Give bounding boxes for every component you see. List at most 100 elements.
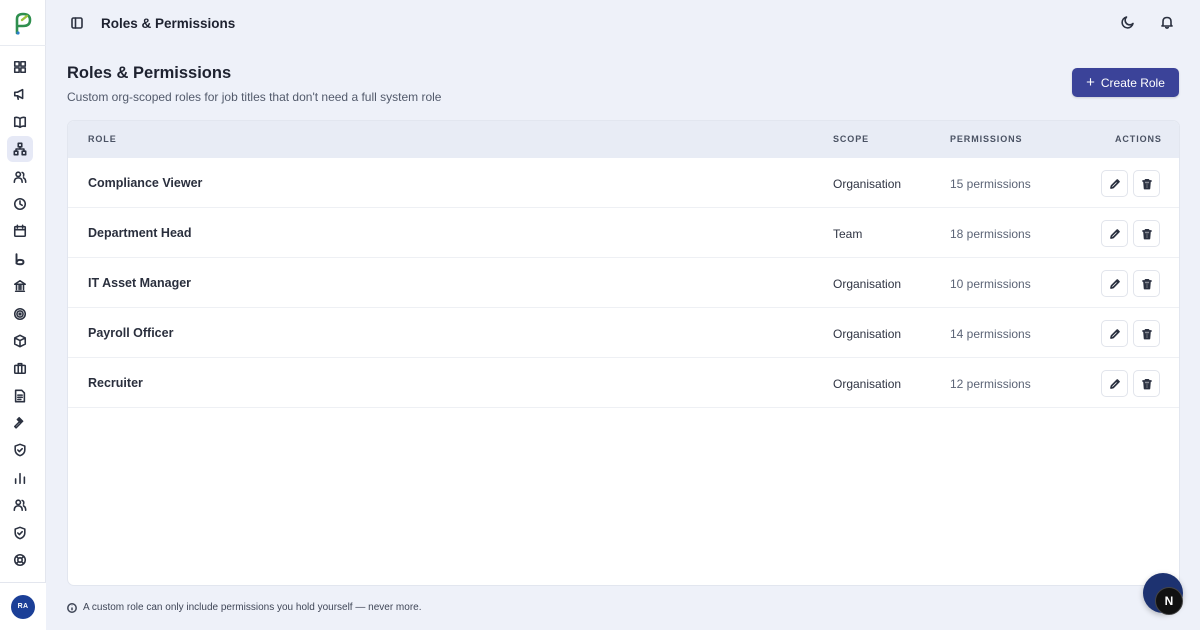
sidebar-item-handbook[interactable] [7, 109, 33, 135]
role-name: Department Head [88, 226, 192, 240]
megaphone-icon [13, 89, 24, 101]
sidebar-toggle-icon [71, 17, 83, 29]
role-scope: Organisation [833, 177, 902, 191]
table-row[interactable]: Recruiter Organisation 12 permissions [68, 358, 1179, 408]
sidebar-item-reports[interactable] [7, 465, 33, 491]
create-role-button[interactable]: + Create Role [1072, 68, 1179, 97]
org-chart-icon [13, 142, 27, 156]
delete-role-button[interactable] [1133, 170, 1160, 197]
clock-icon [13, 197, 27, 210]
table-header: ROLE SCOPE PERMISSIONS ACTIONS [68, 121, 1179, 158]
sidebar-item-dashboard[interactable] [7, 54, 33, 80]
trash-icon [1141, 278, 1152, 289]
topbar: Roles & Permissions [46, 0, 1200, 46]
sidebar-item-org-chart[interactable] [7, 136, 33, 163]
table-row[interactable]: IT Asset Manager Organisation 10 permissio… [68, 258, 1179, 308]
table-row[interactable]: Compliance Viewer Organisation 15 permissi… [68, 158, 1179, 208]
column-header-scope[interactable]: SCOPE [833, 134, 869, 144]
users-icon [13, 170, 27, 183]
shield-icon [14, 526, 26, 540]
shield-check-icon [14, 443, 26, 457]
column-header-permissions[interactable]: PERMISSIONS [950, 134, 1022, 144]
edit-role-button[interactable] [1101, 220, 1128, 247]
role-name: IT Asset Manager [88, 276, 192, 290]
roles-table: ROLE SCOPE PERMISSIONS ACTIONS Complianc… [67, 120, 1180, 586]
b-logo-icon [15, 252, 25, 265]
gavel-icon [13, 417, 24, 429]
sidebar-item-legal[interactable] [7, 410, 33, 436]
pencil-icon [1109, 328, 1120, 339]
sidebar-item-documents[interactable] [7, 383, 33, 409]
role-permissions-count[interactable]: 12 permissions [950, 377, 1031, 391]
role-scope: Team [833, 227, 863, 241]
trash-icon [1141, 378, 1152, 389]
pencil-icon [1109, 378, 1120, 389]
sidebar-item-time[interactable] [7, 191, 33, 217]
delete-role-button[interactable] [1133, 320, 1160, 347]
lifebuoy-icon [13, 553, 27, 567]
sidebar-item-announcements[interactable] [7, 81, 33, 107]
sidebar-nav [0, 54, 46, 574]
column-header-role[interactable]: ROLE [88, 134, 117, 144]
table-row[interactable]: Payroll Officer Organisation 14 permission… [68, 308, 1179, 358]
delete-role-button[interactable] [1133, 370, 1160, 397]
sidebar-item-goals[interactable] [7, 301, 33, 327]
sidebar-item-support[interactable] [7, 547, 33, 573]
table-body: Compliance Viewer Organisation 15 permissi… [68, 158, 1179, 408]
box-icon [13, 334, 27, 348]
bank-icon [13, 280, 27, 293]
delete-role-button[interactable] [1133, 220, 1160, 247]
bell-icon [1161, 16, 1173, 29]
bar-chart-icon [14, 472, 26, 484]
role-permissions-count[interactable]: 10 permissions [950, 277, 1031, 291]
table-row[interactable]: Department Head Team 18 permissions [68, 208, 1179, 258]
role-scope: Organisation [833, 277, 902, 291]
sidebar-item-people[interactable] [7, 164, 33, 190]
footer-note-text: A custom role can only include permissio… [83, 602, 422, 613]
role-permissions-count[interactable]: 15 permissions [950, 177, 1031, 191]
edit-role-button[interactable] [1101, 320, 1128, 347]
trash-icon [1141, 228, 1152, 239]
sidebar-item-assets[interactable] [7, 328, 33, 354]
info-icon [67, 602, 77, 613]
topbar-title: Roles & Permissions [101, 15, 236, 31]
widget-badge[interactable]: N [1155, 587, 1183, 615]
edit-role-button[interactable] [1101, 370, 1128, 397]
sidebar-toggle-button[interactable] [70, 16, 84, 30]
role-name: Payroll Officer [88, 326, 174, 340]
user-avatar[interactable]: RA [11, 594, 35, 619]
app-logo[interactable] [0, 0, 46, 46]
sidebar-item-calendar[interactable] [7, 218, 33, 244]
sidebar-item-security[interactable] [7, 520, 33, 546]
create-role-label: Create Role [1100, 75, 1165, 90]
sidebar-item-compliance[interactable] [7, 437, 33, 463]
column-header-actions: ACTIONS [1115, 134, 1162, 144]
role-scope: Organisation [833, 327, 902, 341]
pencil-icon [1109, 228, 1120, 239]
theme-toggle-button[interactable] [1120, 14, 1136, 30]
sidebar-item-teams[interactable] [7, 492, 33, 518]
document-icon [14, 389, 26, 403]
role-scope: Organisation [833, 377, 902, 391]
pencil-icon [1109, 278, 1120, 289]
sidebar-item-finance[interactable] [7, 273, 33, 299]
plus-icon: + [1086, 73, 1095, 91]
logo-icon [15, 12, 32, 35]
dashboard-icon [13, 60, 27, 74]
role-permissions-count[interactable]: 18 permissions [950, 227, 1031, 241]
edit-role-button[interactable] [1101, 270, 1128, 297]
pencil-icon [1109, 178, 1120, 189]
edit-role-button[interactable] [1101, 170, 1128, 197]
delete-role-button[interactable] [1133, 270, 1160, 297]
notifications-button[interactable] [1159, 14, 1175, 30]
book-icon [13, 116, 27, 128]
role-permissions-count[interactable]: 14 permissions [950, 327, 1031, 341]
page-title: Roles & Permissions [67, 64, 232, 82]
sidebar-item-jobs[interactable] [7, 355, 33, 381]
role-name: Compliance Viewer [88, 176, 203, 190]
moon-icon [1121, 16, 1134, 29]
sidebar-item-b-app[interactable] [7, 246, 33, 272]
sidebar: RA [0, 0, 46, 630]
briefcase-icon [13, 363, 27, 375]
page-subtitle: Custom org-scoped roles for job titles t… [67, 90, 442, 104]
